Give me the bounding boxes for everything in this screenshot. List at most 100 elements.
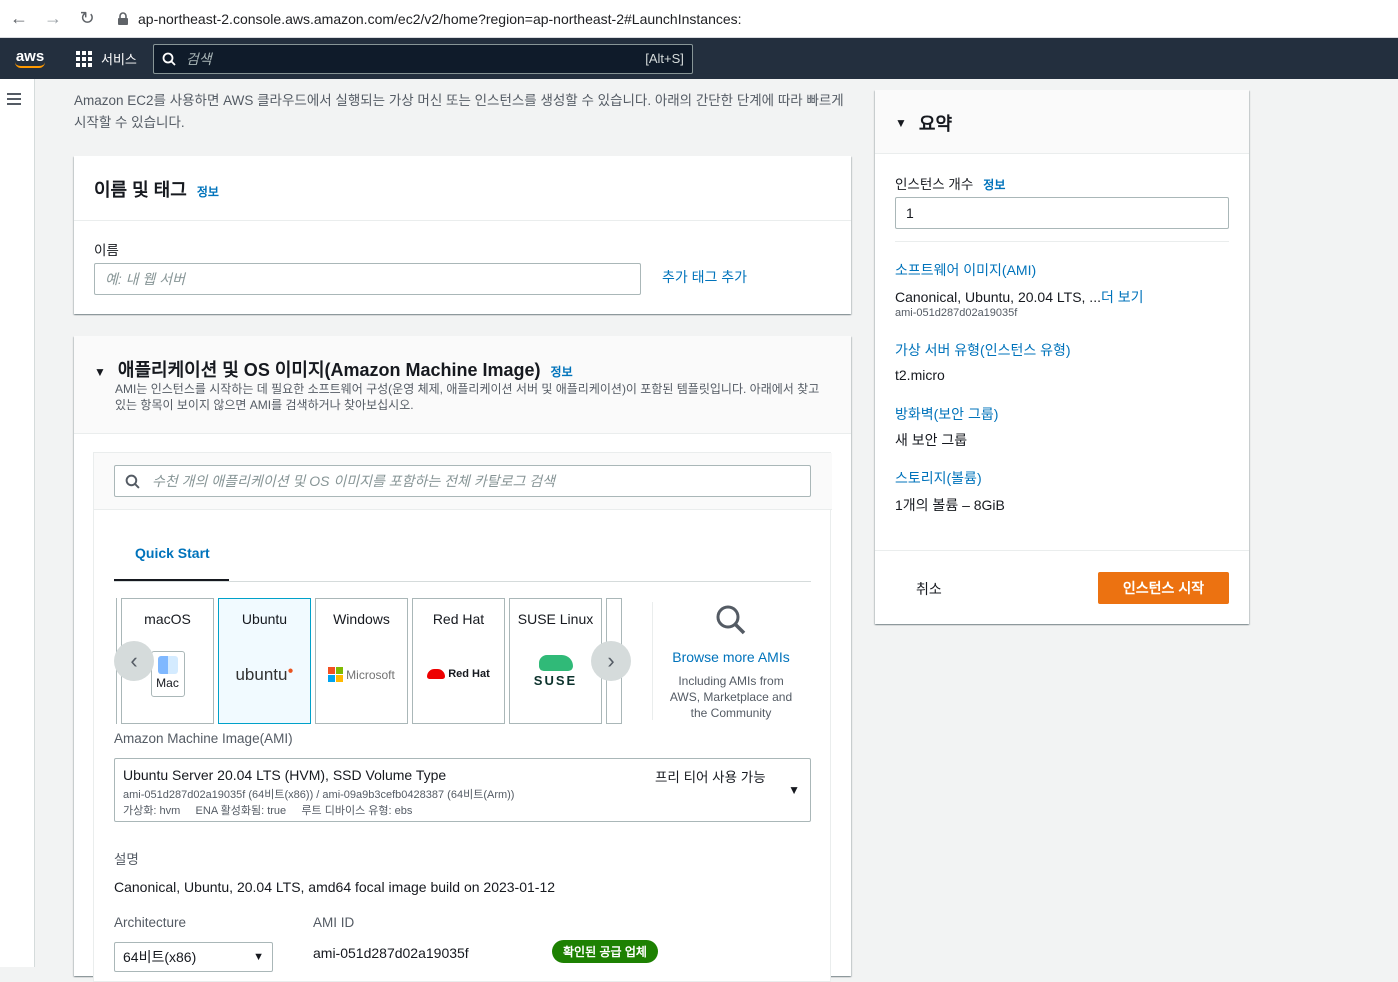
ami-header: ▼ 애플리케이션 및 OS 이미지(Amazon Machine Image) … (74, 336, 851, 434)
carousel-next-button[interactable]: › (591, 641, 631, 681)
divider (74, 220, 851, 221)
ami-description: AMI는 인스턴스를 시작하는 데 필요한 소프트웨어 구성(운영 체제, 애플… (115, 382, 820, 412)
summary-firewall-link[interactable]: 방화벽(보안 그룹) (895, 404, 998, 424)
redhat-logo-text: Red Hat (448, 668, 490, 680)
summary-ami-value-row: Canonical, Ubuntu, 20.04 LTS, ...더 보기 (895, 287, 1144, 307)
finder-icon (157, 656, 178, 674)
reload-icon[interactable]: ↻ (72, 4, 102, 34)
search-icon (125, 474, 140, 489)
mac-logo-icon: Mac (150, 651, 185, 697)
carousel-prev-button[interactable]: ‹ (114, 641, 154, 681)
intro-text: Amazon EC2를 사용하면 AWS 클라우드에서 실행되는 가상 머신 또… (74, 93, 844, 130)
url-text: ap-northeast-2.console.aws.amazon.com/ec… (138, 10, 742, 27)
microsoft-logo-text: Microsoft (346, 667, 395, 682)
instance-count-info-link[interactable]: 정보 (983, 176, 1005, 193)
summary-title: 요약 (918, 114, 953, 134)
global-search-input[interactable]: 검색 [Alt+S] (152, 43, 693, 74)
ubuntu-logo-text: ubuntu (235, 665, 288, 684)
browser-toolbar: ← → ↻ ap-northeast-2.console.aws.amazon.… (0, 0, 1398, 38)
chevron-down-icon: ▼ (253, 951, 264, 963)
card-title: macOS (144, 611, 191, 627)
architecture-label: Architecture (114, 915, 187, 930)
windows-icon (328, 667, 344, 682)
browse-more-subtext: Including AMIs from AWS, Marketplace and… (669, 674, 793, 720)
divider (875, 550, 1249, 551)
collapse-caret-icon[interactable]: ▼ (895, 116, 907, 130)
ami-ids: ami-051d287d02a19035f (64비트(x86)) / ami-… (123, 789, 515, 801)
summary-panel: ▼ 요약 인스턴스 개수 정보 1 소프트웨어 이미지(AMI) Canonic… (875, 90, 1249, 624)
ami-id-label: AMI ID (313, 915, 355, 930)
address-bar[interactable]: ap-northeast-2.console.aws.amazon.com/ec… (116, 11, 742, 27)
redhat-logo: Red Hat (413, 668, 504, 680)
back-icon[interactable]: ← (4, 4, 34, 34)
menu-icon[interactable] (7, 93, 21, 108)
services-label: 서비스 (101, 52, 137, 67)
summary-storage-value: 1개의 볼륨 – 8GiB (895, 497, 1005, 513)
card-title: SUSE Linux (517, 611, 594, 627)
name-tags-panel: 이름 및 태그 정보 이름 예: 내 웹 서버 추가 태그 추가 (74, 156, 851, 314)
forward-icon[interactable]: → (38, 4, 68, 34)
name-label: 이름 (94, 243, 119, 258)
see-more-link[interactable]: 더 보기 (1101, 289, 1144, 305)
name-tags-info-link[interactable]: 정보 (197, 183, 219, 200)
ami-select[interactable]: Ubuntu Server 20.04 LTS (HVM), SSD Volum… (114, 758, 811, 822)
summary-ami-value: Canonical, Ubuntu, 20.04 LTS, ... (895, 289, 1101, 305)
ami-title: 애플리케이션 및 OS 이미지(Amazon Machine Image) (117, 360, 541, 380)
redhat-hat-icon (427, 669, 446, 679)
summary-storage-link[interactable]: 스토리지(볼륨) (895, 468, 982, 488)
ami-name: Ubuntu Server 20.04 LTS (HVM), SSD Volum… (123, 767, 447, 783)
summary-ami-id: ami-051d287d02a19035f (895, 307, 1018, 319)
summary-ami-link[interactable]: 소프트웨어 이미지(AMI) (895, 260, 1036, 280)
instance-count-value: 1 (906, 205, 914, 221)
suse-logo: SUSE (510, 655, 601, 688)
chevron-down-icon: ▼ (788, 783, 800, 797)
ami-card-suse[interactable]: SUSE Linux SUSE (509, 598, 602, 724)
ami-info-link[interactable]: 정보 (551, 363, 573, 380)
description-value: Canonical, Ubuntu, 20.04 LTS, amd64 foca… (114, 879, 556, 895)
side-nav (0, 79, 35, 967)
summary-instance-type-link[interactable]: 가상 서버 유형(인스턴스 유형) (895, 340, 1071, 360)
add-tags-link[interactable]: 추가 태그 추가 (662, 267, 747, 287)
name-tags-title: 이름 및 태그 (94, 180, 187, 200)
cards-divider (652, 602, 653, 720)
card-title: Ubuntu (241, 611, 288, 627)
divider (895, 241, 1229, 242)
aws-smile-icon (15, 62, 45, 68)
browse-more-box[interactable]: Browse more AMIs Including AMIs from AWS… (664, 604, 798, 721)
tab-quick-start[interactable]: Quick Start (135, 545, 210, 561)
instance-count-label: 인스턴스 개수 (895, 177, 974, 192)
ami-card-windows[interactable]: Windows Microsoft (315, 598, 408, 724)
summary-instance-type-value: t2.micro (895, 367, 945, 383)
lock-icon (118, 11, 128, 25)
architecture-select[interactable]: 64비트(x86) ▼ (114, 942, 273, 972)
search-icon (716, 605, 746, 635)
browse-more-link[interactable]: Browse more AMIs (664, 649, 798, 665)
ami-select-label: Amazon Machine Image(AMI) (114, 731, 293, 746)
ami-card-redhat[interactable]: Red Hat Red Hat (412, 598, 505, 724)
chameleon-icon (538, 655, 573, 671)
architecture-value: 64비트(x86) (123, 949, 197, 965)
description-label: 설명 (114, 852, 139, 867)
aws-logo[interactable]: aws (0, 38, 60, 79)
collapse-caret-icon[interactable]: ▼ (94, 365, 106, 379)
card-title: Red Hat (432, 611, 485, 627)
suse-logo-text: SUSE (533, 673, 578, 688)
ami-card-ubuntu[interactable]: Ubuntu ubuntu● (218, 598, 311, 724)
microsoft-logo: Microsoft (316, 667, 407, 682)
name-input[interactable]: 예: 내 웹 서버 (94, 263, 641, 295)
services-menu[interactable]: 서비스 (76, 38, 137, 79)
ubuntu-logo: ubuntu● (235, 665, 294, 684)
instance-count-input[interactable]: 1 (895, 197, 1229, 229)
aws-header: aws 서비스 검색 [Alt+S] (0, 38, 1398, 79)
catalog-search-input[interactable]: 수천 개의 애플리케이션 및 OS 이미지를 포함하는 전체 카탈로그 검색 (114, 465, 811, 497)
free-tier-label: 프리 티어 사용 가능 (655, 770, 766, 785)
grid-icon (76, 50, 92, 67)
launch-instance-button[interactable]: 인스턴스 시작 (1098, 572, 1229, 604)
search-shortcut: [Alt+S] (645, 51, 684, 66)
ami-id-value: ami-051d287d02a19035f (313, 945, 469, 961)
cancel-button[interactable]: 취소 (916, 579, 942, 599)
search-icon (162, 52, 176, 66)
tabs-divider (114, 581, 811, 582)
card-title: Windows (333, 611, 390, 627)
summary-header: ▼ 요약 (875, 90, 1249, 154)
